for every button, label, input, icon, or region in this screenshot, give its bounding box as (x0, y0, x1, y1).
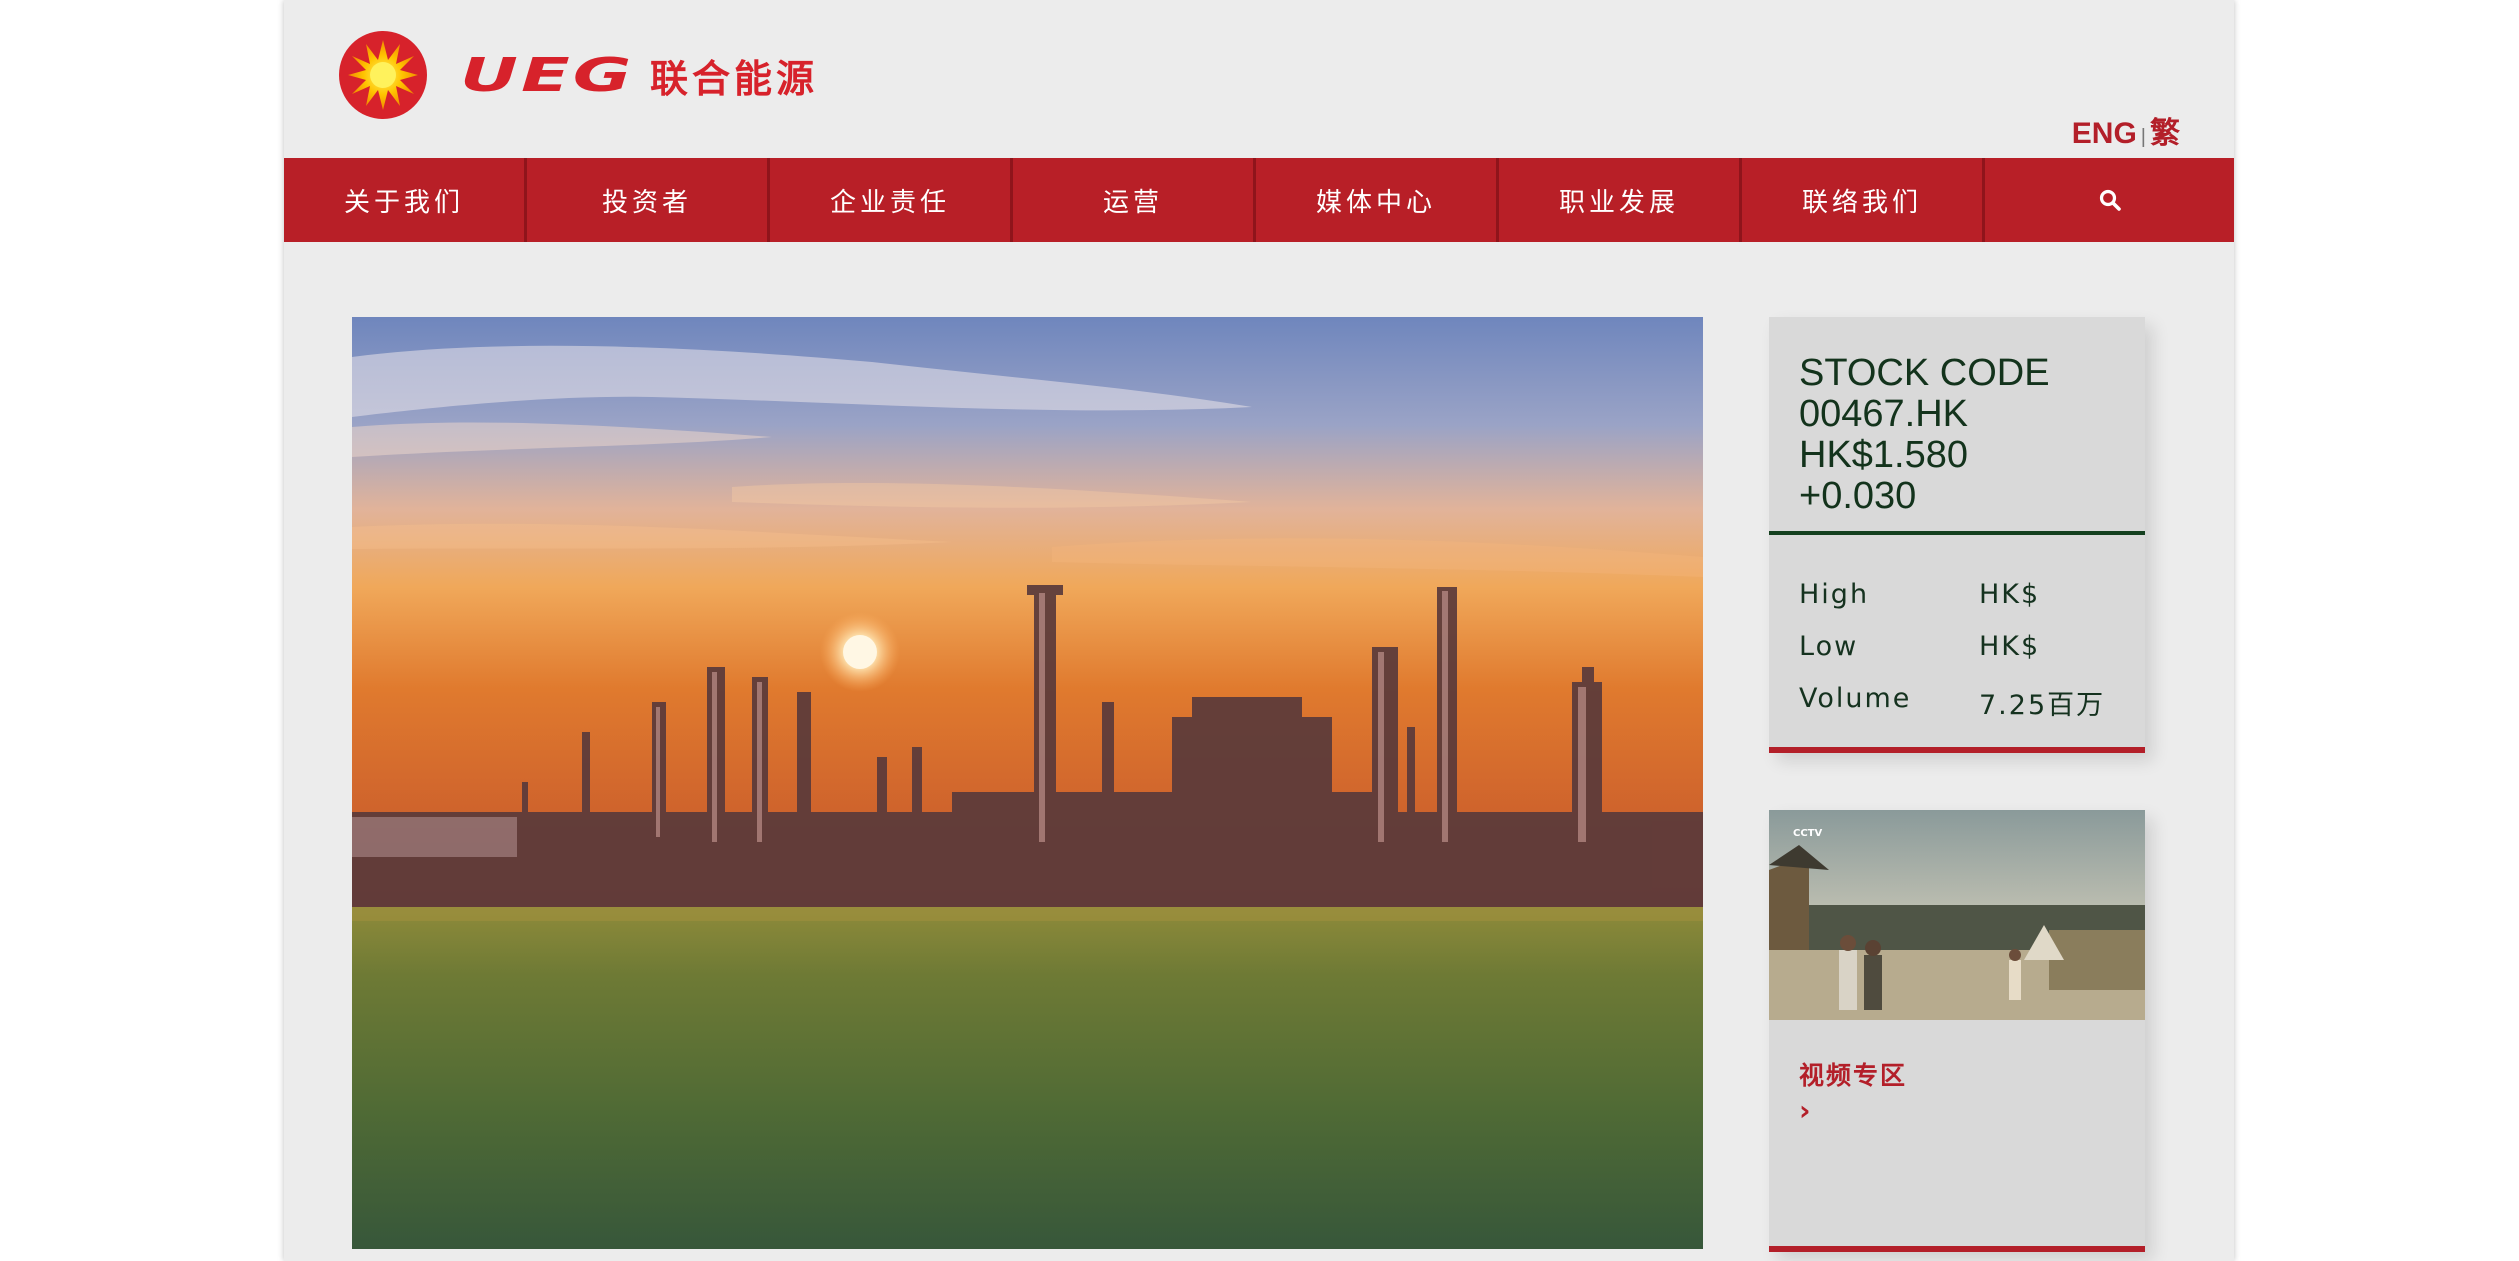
svg-text:CCTV: CCTV (1793, 828, 1822, 839)
stock-volume-value: 7.25百万 (1979, 690, 2106, 721)
nav-item-about[interactable]: 关于我们 (284, 158, 527, 242)
nav-item-contact[interactable]: 联络我们 (1742, 158, 1985, 242)
stock-low-value: HK$ (1979, 631, 2041, 662)
chevron-right-icon[interactable]: › (1799, 1094, 1811, 1127)
video-thumbnail-image: CCTV (1769, 810, 2145, 1020)
lang-traditional-link[interactable]: 繁 (2150, 117, 2180, 150)
stock-price: HK$1.580 (1799, 434, 1969, 476)
stock-code-value: 00467.HK (1799, 393, 1969, 435)
brand-logo-latin: UEG (460, 48, 635, 102)
brand-logo[interactable]: UEG 联合能源 (460, 48, 818, 102)
stock-high-label: High (1799, 579, 1870, 610)
nav-item-careers[interactable]: 职业发展 (1499, 158, 1742, 242)
stock-row-volume: Volume 7.25百万 (1799, 683, 2129, 735)
stock-volume-label: Volume (1799, 683, 1912, 714)
stock-quote-header: STOCK CODE 00467.HK HK$1.580 +0.030 (1769, 317, 2145, 535)
stock-row-low: Low HK$ (1799, 631, 2129, 683)
stock-card-bottom-bar (1769, 747, 2145, 753)
stock-code-title: STOCK CODE (1799, 352, 2050, 394)
stock-quote-card: STOCK CODE 00467.HK HK$1.580 +0.030 High… (1769, 317, 2145, 753)
language-switcher: ENG | 繁 (2072, 108, 2180, 152)
video-section-card[interactable]: CCTV 视频专区 › (1769, 810, 2145, 1252)
video-section-title[interactable]: 视频专区 (1799, 1056, 1907, 1092)
stock-change: +0.030 (1799, 475, 1917, 517)
lang-separator: | (2140, 126, 2146, 148)
nav-search-button[interactable] (1985, 158, 2234, 242)
video-thumbnail[interactable]: CCTV (1769, 810, 2145, 1020)
stock-row-high: High HK$ (1799, 579, 2129, 631)
main-nav: 关于我们 投资者 企业责任 运营 媒体中心 职业发展 联络我们 (284, 158, 2234, 242)
lang-eng-link[interactable]: ENG (2072, 117, 2137, 150)
stock-low-label: Low (1799, 631, 1859, 662)
nav-item-operations[interactable]: 运营 (1013, 158, 1256, 242)
page-container: UEG 联合能源 ENG | 繁 关于我们 投资者 企业责任 运营 媒体中心 职业发… (284, 0, 2234, 1261)
gas-plant-sunset-image (352, 317, 1703, 1249)
nav-item-csr[interactable]: 企业责任 (770, 158, 1013, 242)
stock-high-value: HK$ (1979, 579, 2041, 610)
video-card-bottom-bar (1769, 1246, 2145, 1252)
stock-stats: High HK$ Low HK$ Volume 7.25百万 (1799, 579, 2129, 735)
search-icon (2099, 189, 2121, 211)
nav-item-investors[interactable]: 投资者 (527, 158, 770, 242)
nav-item-media[interactable]: 媒体中心 (1256, 158, 1499, 242)
hero-image (352, 317, 1703, 1249)
sun-logo-icon[interactable] (338, 30, 428, 120)
